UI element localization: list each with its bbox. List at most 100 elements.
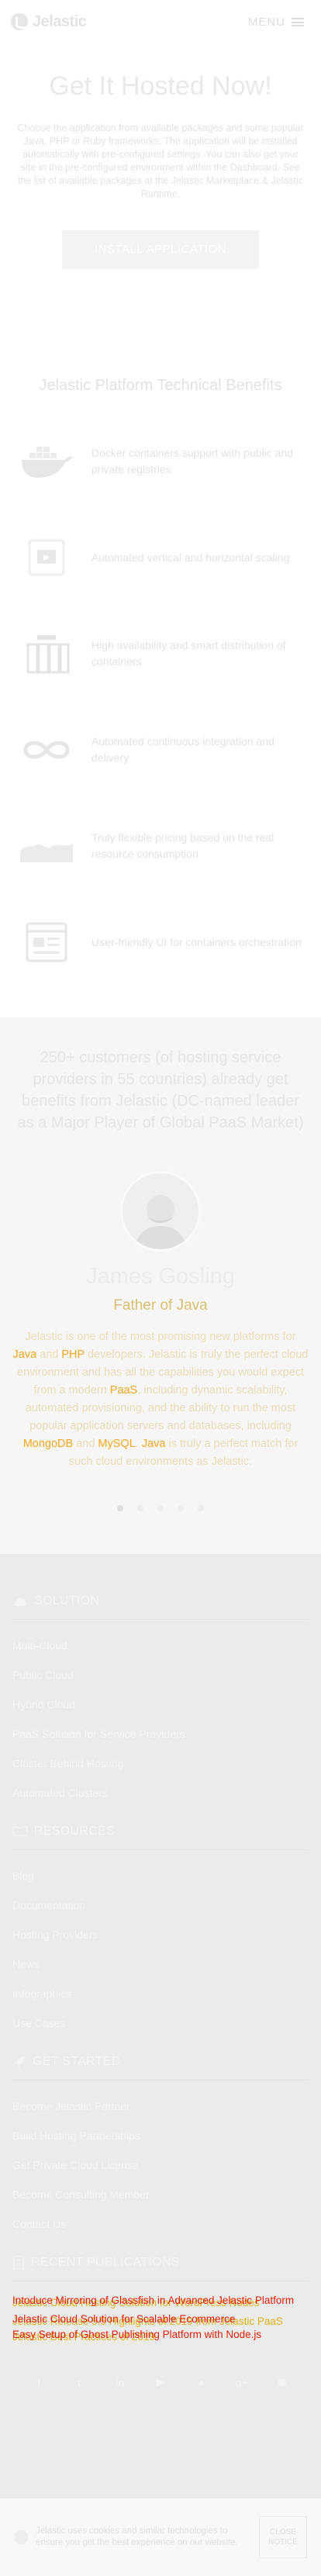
googleplus-icon[interactable]: g+ — [233, 2373, 251, 2391]
benefit-item: High availability and smart distribution… — [19, 606, 302, 702]
quote-highlight: Java — [141, 1438, 166, 1450]
footer-link[interactable]: Infographics — [12, 1979, 309, 2008]
publication-link[interactable]: Jelastic Cloud Solution for Scalable Eco… — [12, 2314, 309, 2327]
footer-link[interactable]: Cluster Behind Hosting — [12, 1749, 309, 1778]
footer-link[interactable]: Documentation — [12, 1891, 309, 1920]
customers-intro: 250+ customers (of hosting service provi… — [17, 1049, 304, 1131]
carousel-dot[interactable] — [137, 1505, 143, 1511]
hosted-title: Get It Hosted Now! — [49, 71, 272, 101]
benefits-section: Jelastic Platform Technical Benefits Doc… — [0, 377, 321, 1017]
benefit-text: Automated vertical and horizontal scalin… — [91, 551, 290, 564]
quote-highlight: MySQL — [98, 1438, 136, 1450]
linkedin-icon[interactable]: in — [111, 2373, 129, 2391]
footer-section-header: GET STARTED — [12, 2055, 309, 2080]
carousel-dot[interactable] — [198, 1505, 204, 1511]
site-header: Jelastic MENU — [0, 0, 321, 43]
logo[interactable]: Jelastic — [11, 12, 87, 31]
benefit-item: Automated continuous integration and del… — [19, 702, 302, 798]
testimonial-quote: Jelastic is one of the most promising ne… — [12, 1328, 309, 1471]
footer-section-title: RESOURCES — [34, 1825, 116, 1838]
benefit-text: High availability and smart distribution… — [91, 639, 286, 668]
youtube-icon[interactable]: ▶ — [151, 2373, 170, 2391]
footer-link[interactable]: Blog — [12, 1861, 309, 1891]
benefit-text: Truly flexible pricing based on the real… — [91, 831, 274, 860]
testimonial-quote-text: Jelastic is one of the most promising ne… — [12, 1331, 309, 1468]
footer-section-header: RECENT PUBLICATIONS — [12, 2256, 309, 2281]
facebook-icon[interactable]: f — [29, 2373, 48, 2391]
close-notice-button[interactable]: CLOSE NOTICE — [259, 2516, 307, 2558]
area-chart-icon — [19, 818, 74, 874]
benefits-title: Jelastic Platform Technical Benefits — [39, 377, 282, 394]
rocket-icon — [13, 2056, 25, 2068]
footer-link[interactable]: Contact Us — [12, 2209, 309, 2239]
hamburger-icon — [292, 17, 304, 26]
footer-link[interactable]: Hosting Providers — [12, 1920, 309, 1949]
quote-highlight: MongoDB — [22, 1438, 74, 1450]
footer-section-title: GET STARTED — [33, 2055, 121, 2068]
footer-link[interactable]: PaaS Solution for Service Providers — [12, 1719, 309, 1749]
benefit-text: Docker containers support with public an… — [91, 447, 293, 475]
footer-link[interactable]: Public Cloud — [12, 1660, 309, 1690]
footer-section-header: RESOURCES — [12, 1825, 309, 1850]
carousel-dot[interactable] — [157, 1505, 164, 1511]
footer-link[interactable]: Build Hosting Partnerships — [12, 2121, 309, 2150]
server-rack-icon — [19, 626, 74, 682]
logo-text: Jelastic — [33, 12, 87, 30]
benefit-text: Automated continuous integration and del… — [91, 735, 274, 764]
rss-icon[interactable]: ◉ — [273, 2373, 292, 2391]
quote-highlight: PHP — [61, 1348, 85, 1361]
footer-link[interactable]: Become Jelastic Partner — [12, 2091, 309, 2121]
footer-section-header: SOLUTION — [12, 1594, 309, 1620]
twitter-icon[interactable]: t — [70, 2373, 88, 2391]
menu-button[interactable]: MENU — [248, 16, 304, 29]
footer-section-publications: RECENT PUBLICATIONS Intoduce Mirroring o… — [12, 2256, 309, 2343]
footer-section-solution: SOLUTION Multi-Cloud Public Cloud Hybrid… — [12, 1594, 309, 1808]
docker-whale-icon — [19, 433, 74, 489]
quote-highlight: Java — [12, 1348, 37, 1361]
footer-section-title: RECENT PUBLICATIONS — [31, 2256, 180, 2269]
publication-title-overlay: Jelastic Best Practices of 2019 — [12, 2331, 155, 2343]
infinity-icon — [19, 722, 74, 778]
benefit-item: User-friendly UI for containers orchestr… — [19, 894, 302, 990]
footer-section-resources: RESOURCES Blog Documentation Hosting Pro… — [12, 1825, 309, 2038]
carousel-dot[interactable] — [178, 1505, 184, 1511]
benefit-text: User-friendly UI for containers orchestr… — [91, 935, 302, 948]
social-links: f t in ▶ ● g+ ◉ — [12, 2357, 309, 2391]
footer-link[interactable]: Multi-Cloud — [12, 1631, 309, 1660]
footer-link[interactable]: Hybrid Cloud — [12, 1690, 309, 1719]
testimonial-person-role: Father of Java — [113, 1297, 208, 1314]
publication-title-overlay: Jelastic Release 5.5 Highlights of 2019 … — [12, 2315, 283, 2327]
dashboard-window-icon — [19, 914, 74, 970]
customers-section: 250+ customers (of hosting service provi… — [0, 1017, 321, 1554]
avatar — [120, 1171, 201, 1252]
footer-section-get-started: GET STARTED Become Jelastic Partner Buil… — [12, 2055, 309, 2239]
footer-section-title: SOLUTION — [34, 1594, 100, 1607]
site-footer: SOLUTION Multi-Cloud Public Cloud Hybrid… — [0, 1554, 321, 2498]
cloud-icon — [14, 1597, 26, 1606]
cookie-text: Jelastic uses cookies and similar techno… — [36, 2526, 238, 2547]
book-icon — [12, 1826, 28, 1837]
footer-link[interactable]: Use Cases — [12, 2008, 309, 2038]
testimonial-person-name: James Gosling — [86, 1264, 235, 1289]
install-application-button[interactable]: INSTALL APPLICATION — [62, 230, 259, 269]
hosted-section: Get It Hosted Now! Choose the applicatio… — [0, 43, 321, 377]
benefit-item: Automated vertical and horizontal scalin… — [19, 509, 302, 606]
benefit-item: Truly flexible pricing based on the real… — [19, 798, 302, 894]
benefit-item: Docker containers support with public an… — [19, 413, 302, 509]
footer-link[interactable]: Become Consulting Member — [12, 2180, 309, 2209]
quote-highlight: PaaS — [109, 1384, 138, 1397]
footer-link[interactable]: Get Private Cloud License — [12, 2150, 309, 2180]
publication-title-overlay: Jelastic Cloud Hosting Solution for Word… — [12, 2297, 260, 2308]
cookie-banner: Jelastic uses cookies and similar techno… — [0, 2498, 321, 2576]
github-icon[interactable]: ● — [192, 2373, 210, 2391]
cookie-icon — [14, 2530, 28, 2544]
jelastic-logo-icon — [11, 13, 28, 30]
auto-scaling-icon — [19, 530, 74, 585]
footer-link[interactable]: News — [12, 1949, 309, 1979]
document-icon — [13, 2256, 24, 2270]
carousel-dot[interactable] — [117, 1505, 123, 1511]
footer-link[interactable]: Automated Clusters — [12, 1778, 309, 1808]
publication-link[interactable]: Intoduce Mirroring of Glassfish in Advan… — [12, 2295, 309, 2308]
publication-link[interactable]: Easy Setup of Ghost Publishing Platform … — [12, 2329, 309, 2343]
carousel-dots — [12, 1505, 309, 1511]
